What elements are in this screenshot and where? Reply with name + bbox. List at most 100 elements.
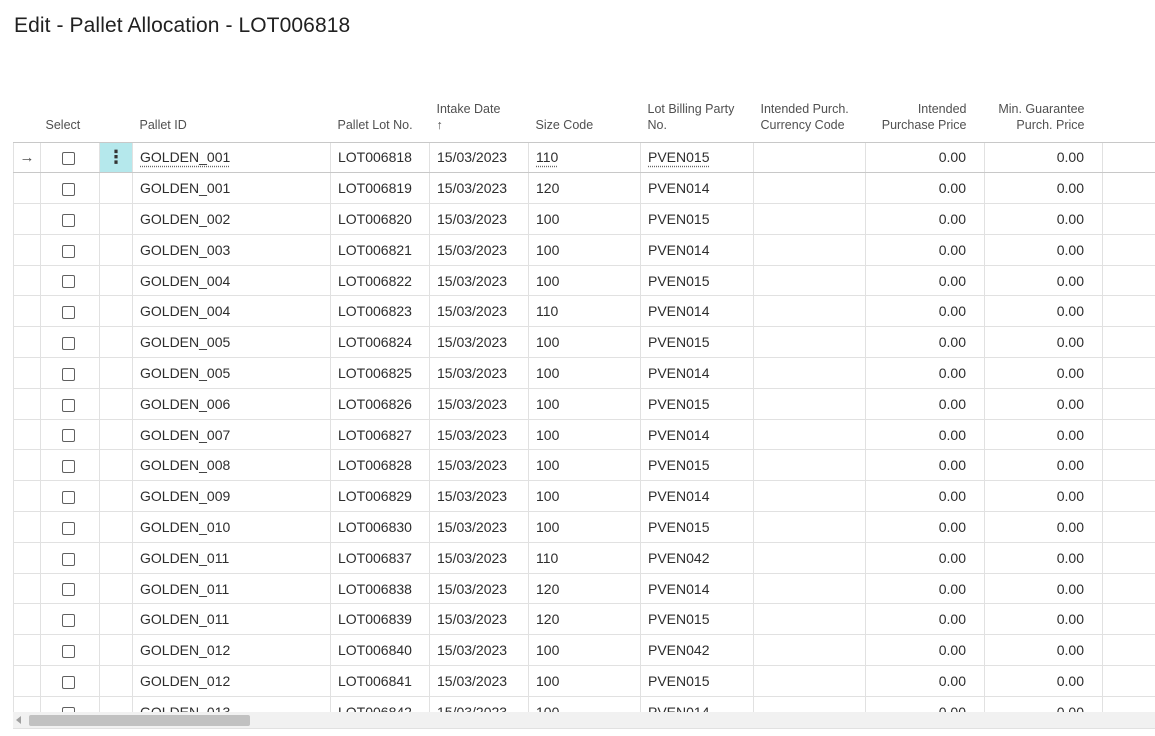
- min-guarantee-price-cell[interactable]: 0.00: [984, 172, 1103, 205]
- intake-date-cell[interactable]: 15/03/2023: [429, 634, 529, 667]
- scroll-left-arrow-icon[interactable]: [16, 716, 21, 724]
- min-guarantee-price-cell[interactable]: 0.00: [984, 234, 1103, 266]
- next-column-cell[interactable]: [1102, 265, 1155, 297]
- row-menu-cell[interactable]: [99, 326, 133, 359]
- select-cell[interactable]: [40, 295, 100, 328]
- next-column-cell[interactable]: [1102, 634, 1155, 667]
- size-code-cell[interactable]: 120: [528, 603, 641, 636]
- party-no-cell[interactable]: PVEN015: [640, 603, 754, 636]
- row-menu-cell[interactable]: [99, 696, 133, 712]
- min-guarantee-price-cell[interactable]: 0.00: [984, 265, 1103, 297]
- party-no-cell[interactable]: PVEN014: [640, 357, 754, 389]
- scrollbar-thumb[interactable]: [29, 715, 250, 726]
- min-guarantee-price-cell[interactable]: 0.00: [984, 696, 1103, 712]
- pallet-id-cell[interactable]: GOLDEN_011: [132, 603, 331, 636]
- intended-price-cell[interactable]: 0.00: [865, 603, 985, 636]
- size-code-cell[interactable]: 100: [528, 203, 641, 235]
- size-code-cell[interactable]: 100: [528, 419, 641, 451]
- table-row[interactable]: GOLDEN_008 LOT006828 15/03/2023 100 PVEN015 0…: [13, 449, 1155, 482]
- intended-price-cell[interactable]: 0.00: [865, 142, 985, 174]
- select-checkbox[interactable]: [62, 583, 75, 597]
- row-menu-cell[interactable]: [99, 265, 133, 297]
- party-no-cell[interactable]: PVEN014: [640, 480, 754, 513]
- table-row[interactable]: → ⋮ GOLDEN_001 LOT006818 15/03/2023 110 PVEN01…: [13, 142, 1155, 174]
- row-menu-cell[interactable]: [99, 419, 133, 451]
- row-menu-cell[interactable]: [99, 511, 133, 543]
- min-guarantee-price-cell[interactable]: 0.00: [984, 511, 1103, 543]
- header-select[interactable]: Select: [40, 82, 100, 143]
- currency-cell[interactable]: [753, 634, 866, 667]
- min-guarantee-price-cell[interactable]: 0.00: [984, 449, 1103, 482]
- select-cell[interactable]: [40, 265, 100, 297]
- pallet-allocation-grid[interactable]: Select Pallet ID Pallet Lot No. Intake D…: [13, 82, 1155, 712]
- table-row[interactable]: GOLDEN_005 LOT006825 15/03/2023 100 PVEN014 0…: [13, 357, 1155, 389]
- size-code-cell[interactable]: 100: [528, 665, 641, 697]
- select-cell[interactable]: [40, 573, 100, 605]
- lot-no-cell[interactable]: LOT006829: [330, 480, 430, 513]
- intended-price-cell[interactable]: 0.00: [865, 295, 985, 328]
- next-column-cell[interactable]: [1102, 449, 1155, 482]
- lot-no-cell[interactable]: LOT006819: [330, 172, 430, 205]
- party-no-cell[interactable]: PVEN015: [640, 326, 754, 359]
- table-row[interactable]: GOLDEN_002 LOT006820 15/03/2023 100 PVEN015 0…: [13, 203, 1155, 235]
- table-row[interactable]: GOLDEN_006 LOT006826 15/03/2023 100 PVEN015 0…: [13, 388, 1155, 420]
- min-guarantee-price-cell[interactable]: 0.00: [984, 203, 1103, 235]
- next-column-cell[interactable]: [1102, 295, 1155, 328]
- select-cell[interactable]: [40, 388, 100, 420]
- table-row[interactable]: GOLDEN_011 LOT006839 15/03/2023 120 PVEN015 0…: [13, 603, 1155, 636]
- party-no-cell[interactable]: PVEN015: [640, 665, 754, 697]
- intake-date-cell[interactable]: 15/03/2023: [429, 511, 529, 543]
- header-min-guarantee-price[interactable]: Min. Guarantee Purch. Price: [984, 82, 1103, 143]
- pallet-id-cell[interactable]: GOLDEN_007: [132, 419, 331, 451]
- select-checkbox[interactable]: [62, 336, 75, 350]
- party-no-cell[interactable]: PVEN015: [640, 449, 754, 482]
- size-code-cell[interactable]: 110: [528, 295, 641, 328]
- size-code-cell[interactable]: 100: [528, 265, 641, 297]
- table-row[interactable]: GOLDEN_005 LOT006824 15/03/2023 100 PVEN015 0…: [13, 326, 1155, 359]
- intended-price-cell[interactable]: 0.00: [865, 696, 985, 712]
- next-column-cell[interactable]: [1102, 480, 1155, 513]
- min-guarantee-price-cell[interactable]: 0.00: [984, 665, 1103, 697]
- currency-cell[interactable]: [753, 480, 866, 513]
- intake-date-cell[interactable]: 15/03/2023: [429, 603, 529, 636]
- header-intended-currency[interactable]: Intended Purch. Currency Code: [753, 82, 866, 143]
- party-no-cell[interactable]: PVEN042: [640, 634, 754, 667]
- select-checkbox[interactable]: [62, 275, 75, 289]
- pallet-id-cell[interactable]: GOLDEN_009: [132, 480, 331, 513]
- pallet-id-cell[interactable]: GOLDEN_001: [132, 142, 331, 174]
- size-code-cell[interactable]: 100: [528, 449, 641, 482]
- pallet-id-cell[interactable]: GOLDEN_011: [132, 573, 331, 605]
- pallet-id-cell[interactable]: GOLDEN_002: [132, 203, 331, 235]
- currency-cell[interactable]: [753, 295, 866, 328]
- party-no-cell[interactable]: PVEN014: [640, 295, 754, 328]
- intake-date-cell[interactable]: 15/03/2023: [429, 388, 529, 420]
- intake-date-cell[interactable]: 15/03/2023: [429, 480, 529, 513]
- intended-price-cell[interactable]: 0.00: [865, 573, 985, 605]
- header-lot-billing-party-no[interactable]: Lot Billing Party No.: [640, 82, 754, 143]
- lot-no-cell[interactable]: LOT006841: [330, 665, 430, 697]
- party-no-cell[interactable]: PVEN015: [640, 265, 754, 297]
- table-row[interactable]: GOLDEN_011 LOT006838 15/03/2023 120 PVEN014 0…: [13, 573, 1155, 605]
- header-intake-date[interactable]: Intake Date ↑: [429, 82, 529, 143]
- next-column-cell[interactable]: [1102, 326, 1155, 359]
- row-menu-cell[interactable]: [99, 603, 133, 636]
- next-column-cell[interactable]: [1102, 388, 1155, 420]
- currency-cell[interactable]: [753, 326, 866, 359]
- next-column-cell[interactable]: [1102, 665, 1155, 697]
- select-checkbox[interactable]: [62, 429, 75, 443]
- select-cell[interactable]: [40, 696, 100, 712]
- row-menu-cell[interactable]: [99, 480, 133, 513]
- currency-cell[interactable]: [753, 696, 866, 712]
- select-checkbox[interactable]: [62, 152, 75, 166]
- size-code-cell[interactable]: 100: [528, 480, 641, 513]
- size-code-cell[interactable]: 120: [528, 172, 641, 205]
- intake-date-cell[interactable]: 15/03/2023: [429, 573, 529, 605]
- select-cell[interactable]: [40, 419, 100, 451]
- header-next-column[interactable]: [1102, 82, 1155, 143]
- party-no-cell[interactable]: PVEN015: [640, 203, 754, 235]
- select-checkbox[interactable]: [62, 644, 75, 658]
- pallet-id-cell[interactable]: GOLDEN_012: [132, 634, 331, 667]
- lot-no-cell[interactable]: LOT006820: [330, 203, 430, 235]
- select-checkbox[interactable]: [62, 244, 75, 258]
- min-guarantee-price-cell[interactable]: 0.00: [984, 142, 1103, 174]
